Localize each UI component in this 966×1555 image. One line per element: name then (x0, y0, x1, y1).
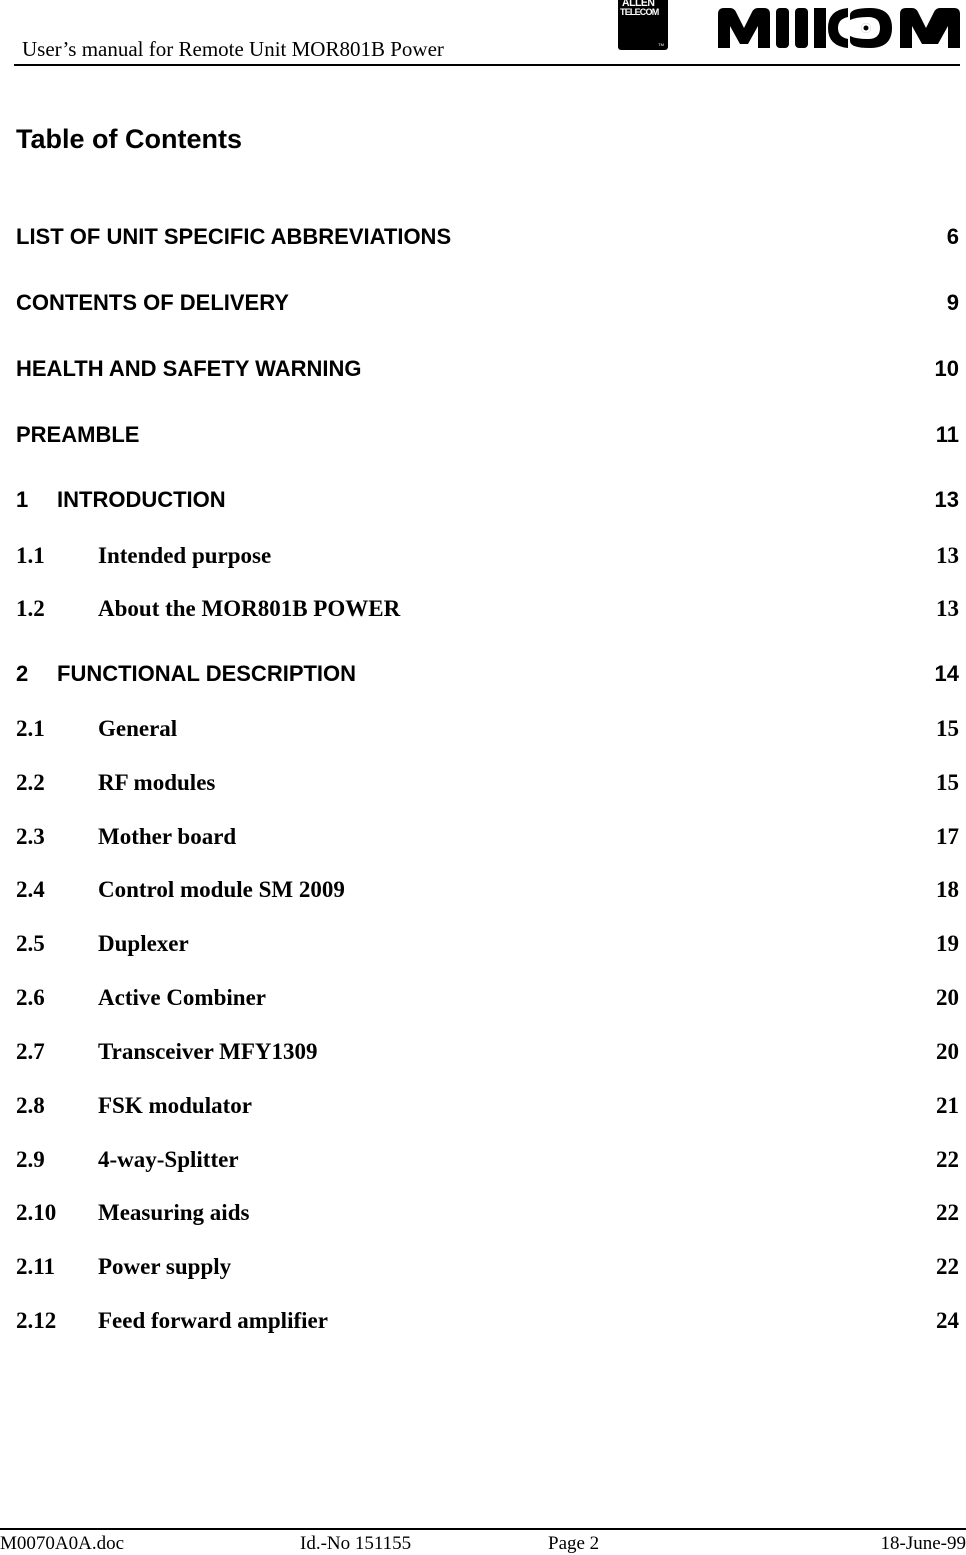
allen-telecom-logo-line2: TELECOM (620, 7, 659, 17)
toc-entry-number: 2.8 (16, 1093, 45, 1118)
mikom-logo-letter-i1 (776, 8, 789, 48)
toc-entry-label[interactable]: Active Combiner (98, 985, 266, 1011)
toc-entry-number: 2.12 (16, 1308, 57, 1333)
toc-entry-number: 2.3 (16, 824, 45, 849)
toc-entry-number: 1.2 (16, 596, 45, 621)
toc-entry-label[interactable]: CONTENTS OF DELIVERY (16, 290, 289, 316)
toc-entry-page[interactable]: 15 (936, 770, 959, 796)
toc-entry-label[interactable]: INTRODUCTION (57, 487, 226, 513)
footer-divider (0, 1528, 966, 1530)
toc-entry-page[interactable]: 13 (935, 487, 959, 513)
footer-date: 18-June-99 (880, 1533, 966, 1554)
toc-entry-number: 2.2 (16, 770, 45, 795)
toc-entry-page[interactable]: 13 (936, 596, 959, 622)
toc-entry-page[interactable]: 20 (936, 1039, 959, 1065)
toc-entry-number: 2 (16, 661, 29, 686)
toc-entry-page[interactable]: 20 (936, 985, 959, 1011)
mikom-logo-letter-m (718, 8, 770, 48)
toc-entry-number: 2.10 (16, 1200, 57, 1225)
footer-page-number: Page 2 (548, 1533, 600, 1554)
toc-entry-label[interactable]: Power supply (98, 1254, 231, 1280)
mikom-logo-letter-k (814, 8, 826, 48)
toc-title: Table of Contents (16, 124, 242, 154)
toc-entry-page[interactable]: 22 (936, 1200, 959, 1226)
toc-entry-number: 2.6 (16, 985, 45, 1010)
toc-entry-label[interactable]: RF modules (98, 770, 215, 796)
toc-entry-label[interactable]: 4-way-Splitter (98, 1147, 239, 1173)
toc-entry-label[interactable]: Measuring aids (98, 1200, 249, 1226)
toc-entry-label[interactable]: PREAMBLE (16, 422, 139, 448)
toc-entry-page[interactable]: 6 (947, 224, 959, 250)
toc-entry-label[interactable]: About the MOR801B POWER (98, 596, 400, 622)
toc-entry-label[interactable]: Control module SM 2009 (98, 877, 345, 903)
toc-entry-number: 2.11 (16, 1254, 55, 1279)
toc-entry-label[interactable]: Feed forward amplifier (98, 1308, 328, 1334)
mikom-logo-letter-m2 (900, 8, 960, 48)
toc-entry-label[interactable]: Duplexer (98, 931, 189, 957)
toc-entry-label[interactable]: FUNCTIONAL DESCRIPTION (57, 661, 356, 687)
toc-entry-page[interactable]: 22 (936, 1254, 959, 1280)
toc-entry-label[interactable]: Transceiver MFY1309 (98, 1039, 318, 1065)
toc-entry-page[interactable]: 13 (936, 543, 959, 569)
document-title: User’s manual for Remote Unit MOR801B Po… (22, 37, 444, 61)
mikom-logo: MIKOM (718, 8, 960, 48)
toc-entry-number: 2.1 (16, 716, 45, 741)
toc-entry-page[interactable]: 9 (947, 290, 959, 316)
toc-entry-label[interactable]: HEALTH AND SAFETY WARNING (16, 356, 361, 382)
toc-entry-number: 1 (16, 487, 29, 512)
toc-entry-number: 2.4 (16, 877, 45, 902)
toc-entry-label[interactable]: Intended purpose (98, 543, 271, 569)
toc-entry-label[interactable]: LIST OF UNIT SPECIFIC ABBREVIATIONS (16, 224, 451, 250)
toc-entry-page[interactable]: 15 (936, 716, 959, 742)
toc-entry-label[interactable]: Mother board (98, 824, 236, 850)
mikom-logo-letter-i2 (795, 8, 808, 48)
toc-entry-page[interactable]: 22 (936, 1147, 959, 1173)
toc-entry-page[interactable]: 18 (936, 877, 959, 903)
mikom-logo-letter-c (828, 8, 848, 48)
footer-filename: M0070A0A.doc (0, 1533, 125, 1554)
toc-entry-number: 2.5 (16, 931, 45, 956)
toc-entry-number: 1.1 (16, 543, 45, 568)
trademark-mark: TM (658, 42, 664, 47)
footer-id-number: Id.-No 151155 (300, 1533, 412, 1554)
toc-entry-page[interactable]: 14 (935, 661, 959, 687)
header-divider (14, 64, 960, 66)
toc-entry-page[interactable]: 21 (936, 1093, 959, 1119)
toc-entry-number: 2.9 (16, 1147, 45, 1172)
allen-telecom-logo: ALLEN TELECOM TM (618, 0, 668, 50)
toc-entry-page[interactable]: 10 (935, 356, 959, 382)
toc-entry-label[interactable]: FSK modulator (98, 1093, 252, 1119)
toc-entry-page[interactable]: 24 (936, 1308, 959, 1334)
toc-entry-page[interactable]: 17 (936, 824, 959, 850)
toc-entry-page[interactable]: 19 (936, 931, 959, 957)
toc-entry-label[interactable]: General (98, 716, 177, 742)
toc-entry-number: 2.7 (16, 1039, 45, 1064)
toc-entry-page[interactable]: 11 (936, 422, 959, 448)
